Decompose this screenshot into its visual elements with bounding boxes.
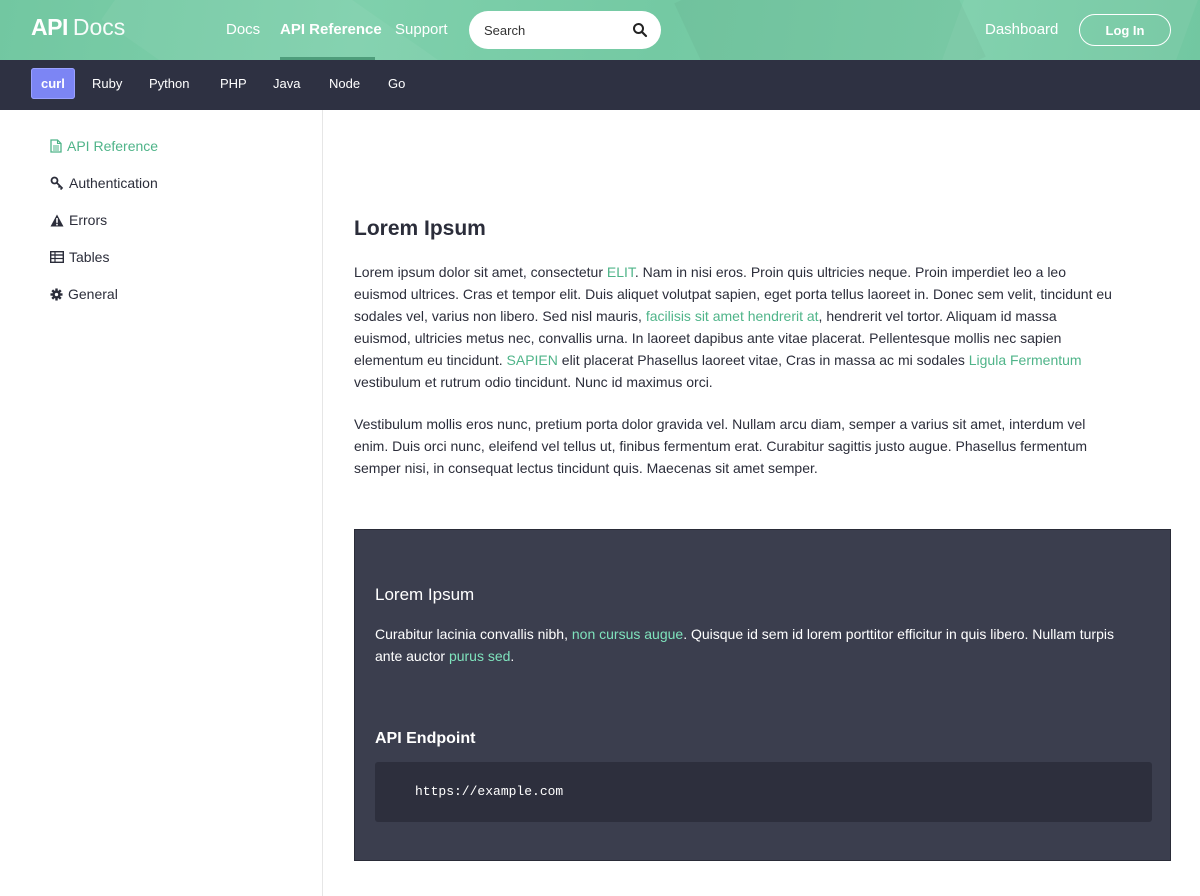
sidebar-item-label: API Reference xyxy=(67,138,159,154)
lang-tab-php[interactable]: PHP xyxy=(220,76,247,91)
sidebar-item-errors[interactable]: Errors xyxy=(50,210,107,230)
lang-tab-ruby[interactable]: Ruby xyxy=(92,76,122,91)
nav-support[interactable]: Support xyxy=(395,21,448,38)
paragraph-text: . xyxy=(510,648,515,664)
lang-tab-java[interactable]: Java xyxy=(273,76,300,91)
lang-tab-go[interactable]: Go xyxy=(388,76,405,91)
lang-tab-node[interactable]: Node xyxy=(329,76,360,91)
sidebar-item-label: Tables xyxy=(69,249,110,265)
brand-light: Docs xyxy=(72,14,126,40)
inline-link[interactable]: facilisis sit amet hendrerit at xyxy=(646,308,819,324)
inline-link[interactable]: ELIT xyxy=(607,264,635,280)
sidebar-item-tables[interactable]: Tables xyxy=(50,247,109,267)
search-box xyxy=(469,11,661,49)
paragraph-text: Curabitur lacinia convallis nibh, xyxy=(375,626,572,642)
sidebar-item-authentication[interactable]: Authentication xyxy=(50,173,158,193)
top-header: APIDocs Docs API Reference Support Dashb… xyxy=(0,0,1200,60)
page-title: Lorem Ipsum xyxy=(354,217,486,240)
panel-paragraph: Curabitur lacinia convallis nibh, non cu… xyxy=(375,623,1135,667)
key-icon xyxy=(50,176,64,190)
sidebar-item-label: Errors xyxy=(69,212,108,228)
inline-link[interactable]: Ligula Fermentum xyxy=(969,352,1082,368)
gear-icon xyxy=(50,287,63,301)
sidebar: API Reference Authentication Errors Tabl… xyxy=(0,110,323,896)
brand-logo[interactable]: API Docs xyxy=(31,14,125,41)
code-panel: Lorem Ipsum Curabitur lacinia convallis … xyxy=(354,529,1171,861)
language-bar: curl Ruby Python PHP Java Node Go xyxy=(0,60,1200,110)
panel-title: Lorem Ipsum xyxy=(375,585,475,604)
brand-bold: API xyxy=(31,14,68,40)
warning-icon xyxy=(50,214,64,226)
intro-paragraph: Lorem ipsum dolor sit amet, consectetur … xyxy=(354,261,1114,393)
nav-api-reference[interactable]: API Reference xyxy=(280,21,382,38)
search-icon[interactable] xyxy=(632,22,648,38)
endpoint-url[interactable]: https://example.com xyxy=(415,784,563,799)
code-block: https://example.com xyxy=(375,762,1152,822)
sidebar-item-label: Authentication xyxy=(69,175,158,191)
sidebar-item-label: General xyxy=(68,286,118,302)
header-decoration xyxy=(101,0,439,60)
lang-tab-python[interactable]: Python xyxy=(149,76,189,91)
document-icon xyxy=(50,139,62,153)
second-paragraph: Vestibulum mollis eros nunc, pretium por… xyxy=(354,416,1088,476)
paragraph-text: Lorem ipsum dolor sit amet, consectetur xyxy=(354,264,607,280)
lang-tab-curl[interactable]: curl xyxy=(31,68,75,99)
inline-link[interactable]: SAPIEN xyxy=(507,352,558,368)
dashboard-link[interactable]: Dashboard xyxy=(985,21,1058,38)
sidebar-item-api-reference[interactable]: API Reference xyxy=(50,136,158,156)
nav-docs[interactable]: Docs xyxy=(226,21,260,38)
inline-link[interactable]: purus sed xyxy=(449,648,510,664)
sidebar-item-general[interactable]: General xyxy=(50,284,118,304)
login-button[interactable]: Log In xyxy=(1079,14,1171,46)
endpoint-heading: API Endpoint xyxy=(375,730,476,747)
inline-link[interactable]: non cursus augue xyxy=(572,626,683,642)
paragraph-text: elit placerat Phasellus laoreet vitae, C… xyxy=(557,352,969,368)
table-icon xyxy=(50,251,64,263)
search-input[interactable] xyxy=(484,20,624,40)
paragraph-text: vestibulum et rutrum odio tincidunt. Nun… xyxy=(354,374,713,390)
header-decoration xyxy=(674,0,986,60)
